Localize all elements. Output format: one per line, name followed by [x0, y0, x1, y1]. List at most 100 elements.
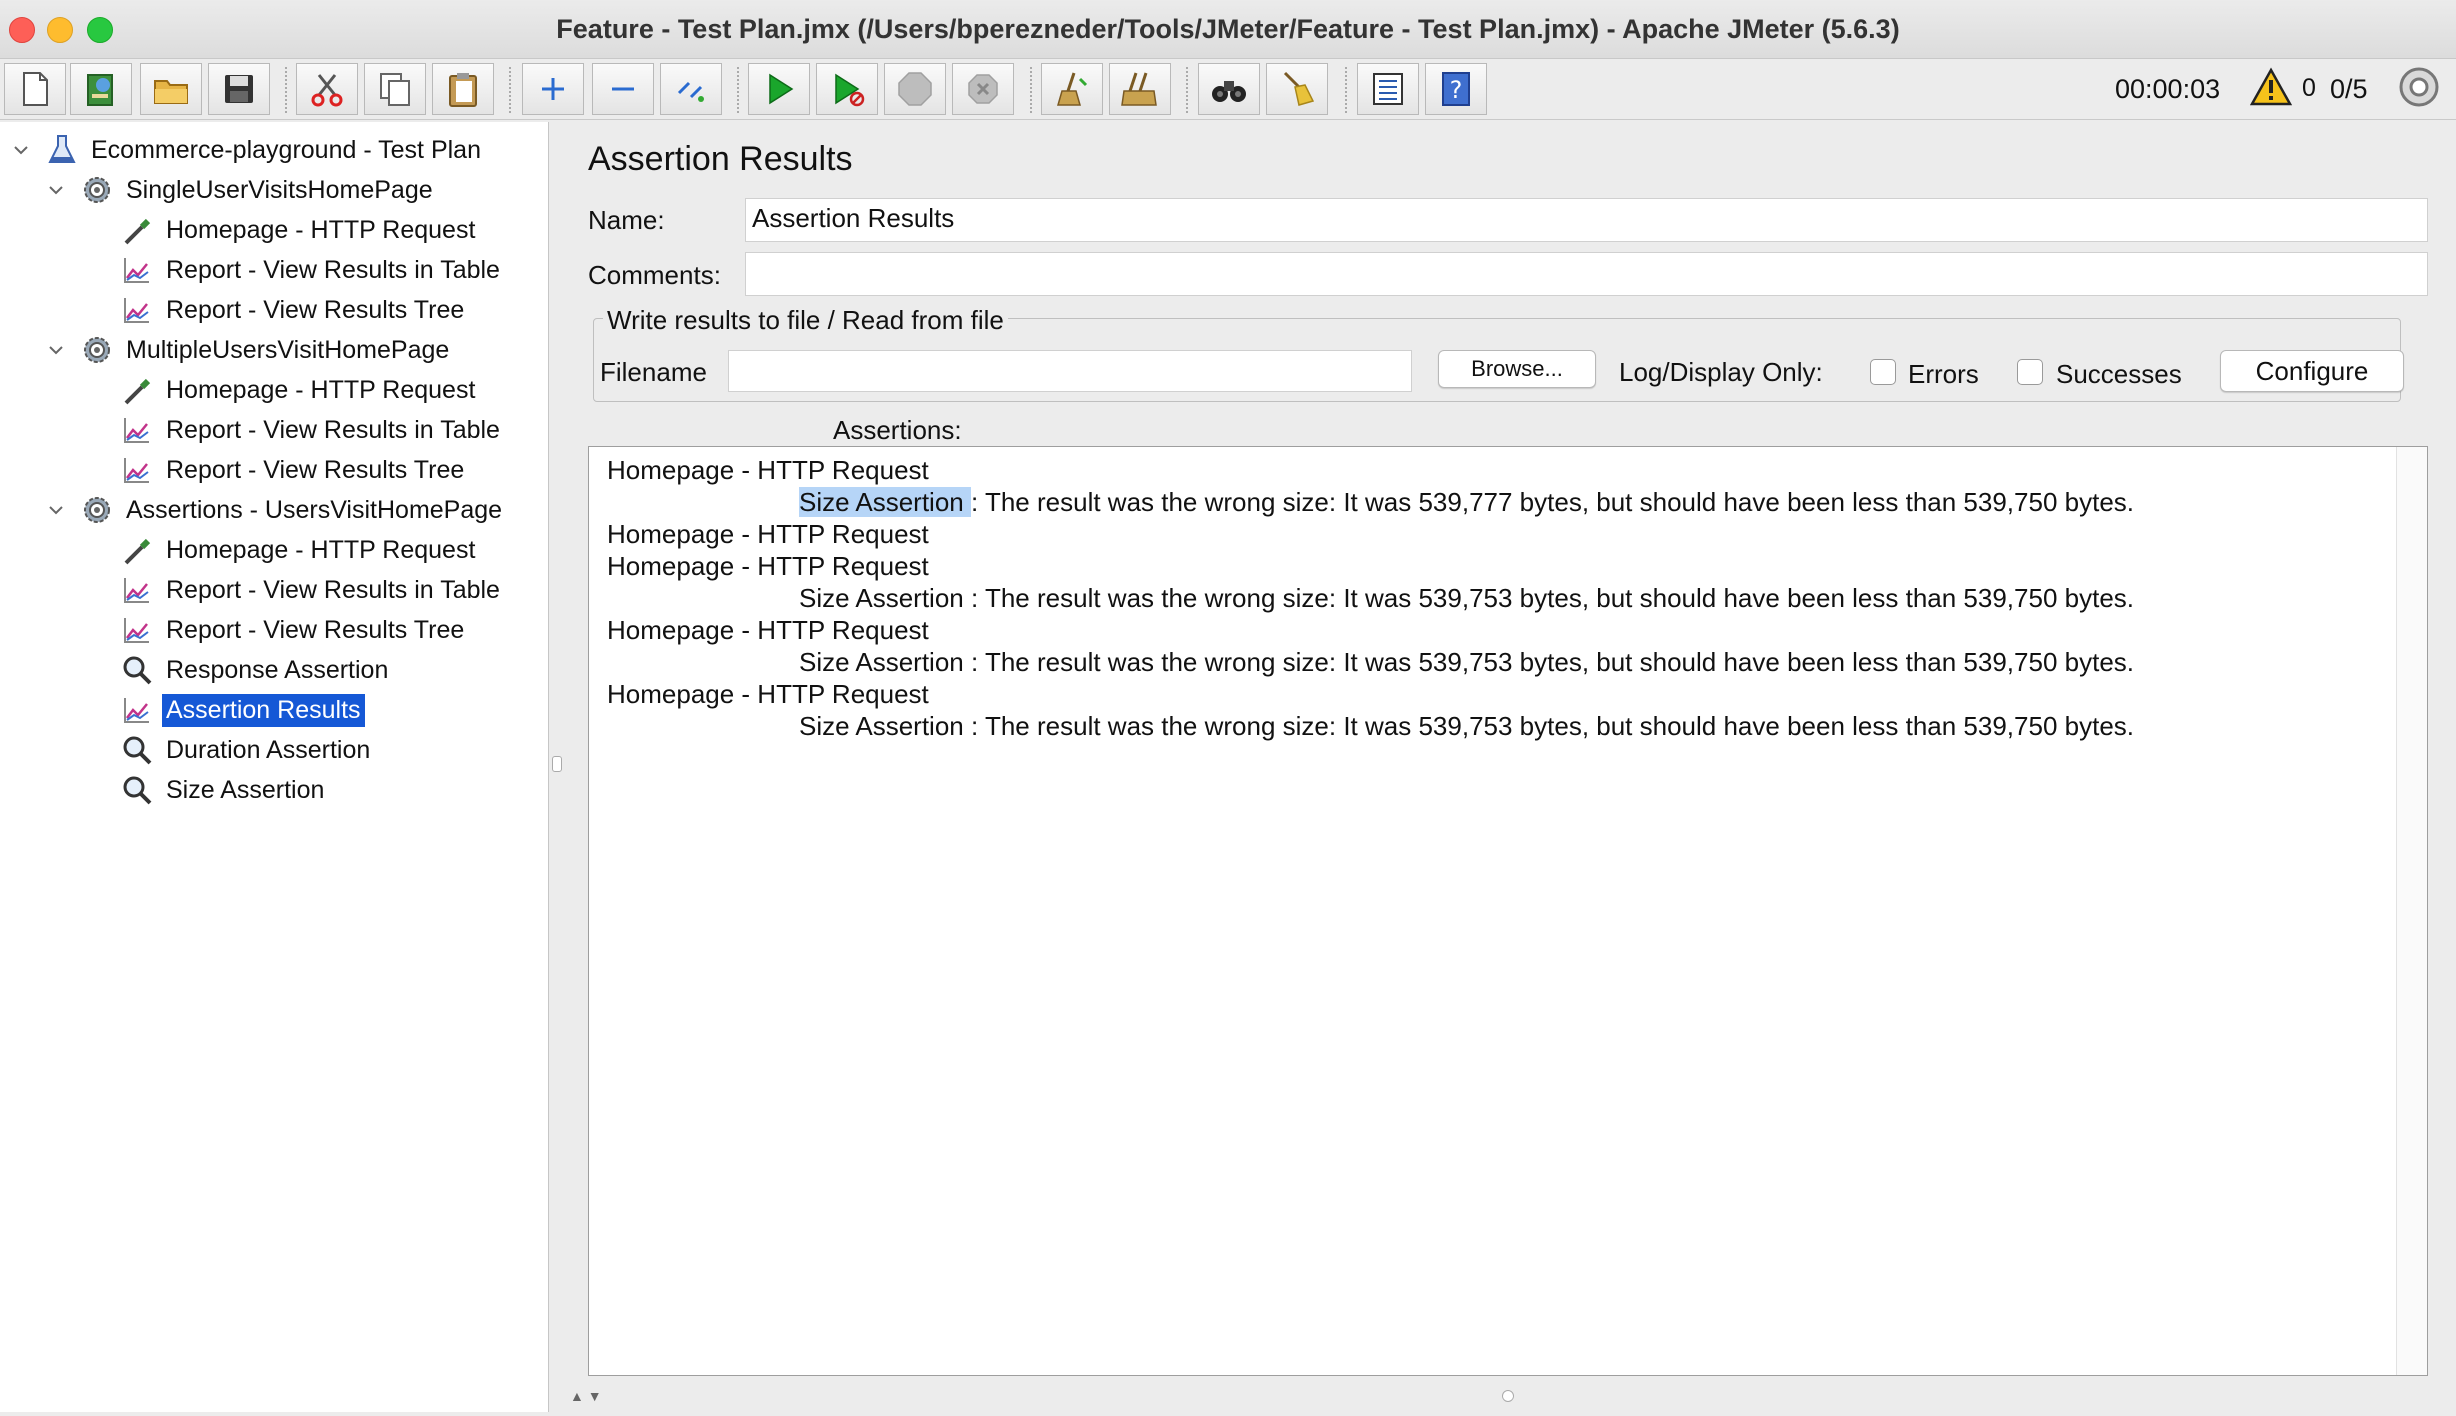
open-button[interactable]: [140, 63, 202, 115]
tree-item[interactable]: Report - View Results in Table: [120, 410, 504, 450]
tree-item[interactable]: Report - View Results in Table: [120, 250, 504, 290]
name-label: Name:: [588, 205, 665, 235]
tree-item[interactable]: Report - View Results Tree: [120, 290, 468, 330]
assertion-message: : The result was the wrong size: It was …: [970, 583, 2135, 613]
graph-icon: [120, 573, 154, 607]
chevron-down-icon[interactable]: [46, 180, 66, 200]
paste-icon: [449, 73, 477, 107]
chevron-down-icon[interactable]: [11, 140, 31, 160]
copy-icon: [380, 73, 410, 106]
gear-icon: [80, 493, 114, 527]
stop-button[interactable]: [884, 63, 946, 115]
configure-button[interactable]: Configure: [2220, 350, 2404, 392]
cut-icon: [311, 74, 343, 107]
tree-item[interactable]: Report - View Results in Table: [120, 570, 504, 610]
toggle-icon: [677, 81, 704, 102]
bottom-splitter-grip[interactable]: [1502, 1390, 1514, 1402]
copy-button[interactable]: [364, 63, 426, 115]
open-icon: [154, 80, 188, 104]
start-no-pauses-icon: [835, 73, 865, 107]
tree-item[interactable]: Report - View Results Tree: [120, 610, 468, 650]
clear-button[interactable]: [1041, 63, 1103, 115]
tree-item[interactable]: Homepage - HTTP Request: [120, 210, 479, 250]
assertion-name: Size Assertion: [799, 711, 971, 741]
function-helper-button[interactable]: [1357, 63, 1419, 115]
templates-button[interactable]: [70, 63, 132, 115]
tree-item[interactable]: MultipleUsersVisitHomePage: [80, 330, 453, 370]
clear-all-button[interactable]: [1109, 63, 1171, 115]
tree-item-label: Duration Assertion: [166, 735, 371, 764]
browse-button[interactable]: Browse...: [1438, 350, 1596, 388]
save-button[interactable]: [208, 63, 270, 115]
successes-checkbox[interactable]: [2017, 359, 2043, 385]
test-plan-tree: Ecommerce-playground - Test Plan SingleUs…: [0, 122, 549, 1412]
tree-item[interactable]: Assertions - UsersVisitHomePage: [80, 490, 506, 530]
split-arrows[interactable]: ▲ ▼: [570, 1388, 602, 1404]
tree-item-label: Assertion Results: [162, 693, 365, 727]
pipette-icon: [120, 213, 154, 247]
tree-item[interactable]: Assertion Results: [120, 690, 365, 730]
jmeter-window: Feature - Test Plan.jmx (/Users/bperezne…: [0, 0, 2456, 1416]
tree-item-label: Report - View Results Tree: [166, 615, 465, 644]
assertion-message: : The result was the wrong size: It was …: [970, 647, 2135, 677]
expand-icon: [542, 78, 564, 100]
tree-item[interactable]: Report - View Results Tree: [120, 450, 468, 490]
filename-label: Filename: [600, 357, 707, 387]
errors-checkbox[interactable]: [1870, 359, 1896, 385]
tree-item[interactable]: Ecommerce-playground - Test Plan: [45, 130, 485, 170]
assertion-results-textarea[interactable]: Homepage - HTTP Request Size Assertion : …: [588, 446, 2428, 1376]
tree-item[interactable]: Homepage - HTTP Request: [120, 530, 479, 570]
tree-item-label: Response Assertion: [166, 655, 389, 684]
window-title: Feature - Test Plan.jmx (/Users/bperezne…: [556, 14, 1900, 44]
result-sampler-line: Homepage - HTTP Request: [607, 679, 929, 709]
comments-label: Comments:: [588, 260, 721, 290]
shutdown-button[interactable]: [952, 63, 1014, 115]
chevron-down-icon[interactable]: [46, 340, 66, 360]
graph-icon: [120, 693, 154, 727]
search-button[interactable]: [1198, 63, 1260, 115]
toolbar-separator: [737, 67, 741, 113]
results-scrollbar[interactable]: [2396, 447, 2427, 1375]
new-button[interactable]: [4, 63, 66, 115]
tree-item-label: Report - View Results in Table: [166, 255, 500, 284]
tree-item[interactable]: Duration Assertion: [120, 730, 374, 770]
errors-label: Errors: [1908, 359, 1979, 389]
tree-item-label: SingleUserVisitsHomePage: [126, 175, 433, 204]
expand-all-button[interactable]: [522, 63, 584, 115]
gear-icon: [80, 333, 114, 367]
tree-item[interactable]: Homepage - HTTP Request: [120, 370, 479, 410]
warning-icon[interactable]: [2250, 67, 2292, 107]
remote-status-icon[interactable]: [2398, 66, 2440, 108]
active-threads: 0/5: [2330, 74, 2368, 104]
toolbar-separator: [1030, 67, 1034, 113]
panel-title: Assertion Results: [588, 140, 853, 178]
log-display-only-label: Log/Display Only:: [1619, 357, 1823, 387]
cut-button[interactable]: [296, 63, 358, 115]
tree-item[interactable]: SingleUserVisitsHomePage: [80, 170, 437, 210]
tree-item[interactable]: Size Assertion: [120, 770, 328, 810]
graph-icon: [120, 613, 154, 647]
assertion-message: : The result was the wrong size: It was …: [970, 487, 2135, 517]
reset-search-button[interactable]: [1266, 63, 1328, 115]
name-field[interactable]: Assertion Results: [745, 198, 2428, 242]
toolbar-separator: [1186, 67, 1190, 113]
filename-field[interactable]: [728, 350, 1412, 392]
paste-button[interactable]: [432, 63, 494, 115]
file-group-title: Write results to file / Read from file: [603, 305, 1008, 336]
tree-item-label: Homepage - HTTP Request: [166, 375, 476, 404]
tree-item[interactable]: Response Assertion: [120, 650, 392, 690]
splitter-grip[interactable]: [552, 756, 562, 772]
pipette-icon: [120, 373, 154, 407]
toggle-button[interactable]: [660, 63, 722, 115]
collapse-all-button[interactable]: [592, 63, 654, 115]
graph-icon: [120, 293, 154, 327]
start-no-pauses-button[interactable]: [816, 63, 878, 115]
help-button[interactable]: ?: [1425, 63, 1487, 115]
comments-field[interactable]: [745, 252, 2428, 296]
start-button[interactable]: [748, 63, 810, 115]
gear-icon: [80, 173, 114, 207]
chevron-down-icon[interactable]: [46, 500, 66, 520]
flask-icon: [45, 133, 79, 167]
new-icon: [23, 72, 48, 106]
toolbar-separator: [285, 67, 289, 113]
